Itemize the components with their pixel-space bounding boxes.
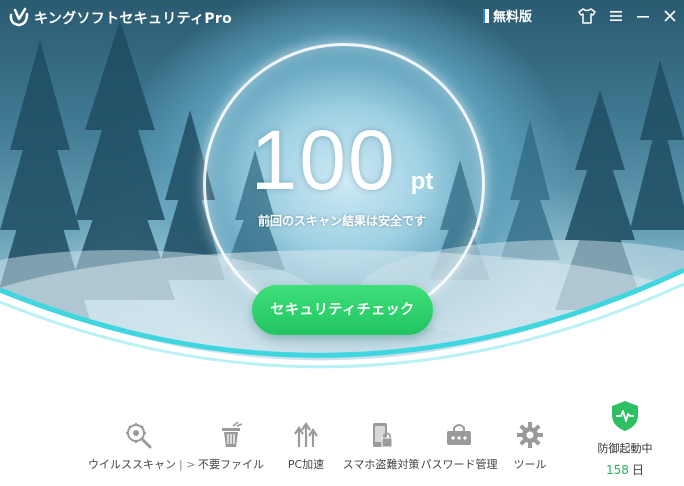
tool-tools[interactable]: ツール [508, 420, 552, 472]
skin-button[interactable] [576, 5, 598, 27]
edition-badge[interactable]: 無料版 [483, 6, 532, 25]
scan-status-text: 前回のスキャン結果は安全です [257, 214, 426, 228]
tool-password-label: パスワード管理 [420, 458, 498, 471]
tool-phone-theft-label: スマホ盗難対策 [342, 458, 420, 471]
tool-virus-scan-label: ウイルススキャン [88, 458, 176, 471]
defense-label: 防御起動中 [597, 442, 653, 455]
phone-lock-icon [373, 423, 393, 448]
tool-tools-label: ツール [513, 458, 547, 471]
tool-bar: ウイルススキャン | > 不要ファイル PC加速 スマホ盗難対策 パスワード管理… [0, 420, 684, 486]
tool-password[interactable]: パスワード管理 [420, 420, 498, 472]
menu-button[interactable] [605, 5, 627, 27]
score-unit: pt [410, 168, 434, 195]
tool-pc-speedup-label: PC加速 [287, 458, 325, 471]
defense-days: 158 [606, 463, 629, 477]
virus-scan-icon [126, 423, 152, 449]
password-icon [447, 424, 471, 445]
shield-pulse-icon [612, 401, 638, 431]
tshirt-icon [578, 8, 596, 24]
score-display: 100 pt [0, 112, 684, 209]
close-icon [664, 10, 676, 22]
tool-junk-files-label: 不要ファイル [198, 458, 264, 471]
speedup-icon [294, 422, 318, 447]
tool-phone-theft[interactable]: スマホ盗難対策 [342, 420, 420, 472]
gear-icon [517, 422, 543, 448]
edition-label: 無料版 [493, 10, 533, 25]
security-check-button[interactable]: セキュリティチェック [252, 285, 433, 335]
defense-status[interactable]: 防御起動中 158 日 [590, 400, 660, 478]
flag-icon [483, 9, 489, 23]
close-button[interactable] [659, 5, 681, 27]
trash-icon [222, 421, 243, 447]
tool-virus-scan[interactable]: ウイルススキャン | > [88, 420, 195, 472]
minimize-icon [637, 16, 649, 18]
defense-days-unit: 日 [631, 463, 644, 477]
tool-pc-speedup[interactable]: PC加速 [278, 420, 334, 472]
app-logo-icon [9, 7, 29, 27]
hamburger-icon [610, 11, 622, 21]
score-value: 100 [250, 113, 397, 207]
chevron-right-icon: | > [179, 458, 196, 471]
minimize-button[interactable] [632, 5, 654, 27]
app-title: キングソフトセキュリティPro [34, 11, 233, 27]
titlebar: キングソフトセキュリティPro 無料版 [0, 0, 684, 32]
tool-junk-files[interactable]: 不要ファイル [196, 420, 266, 472]
